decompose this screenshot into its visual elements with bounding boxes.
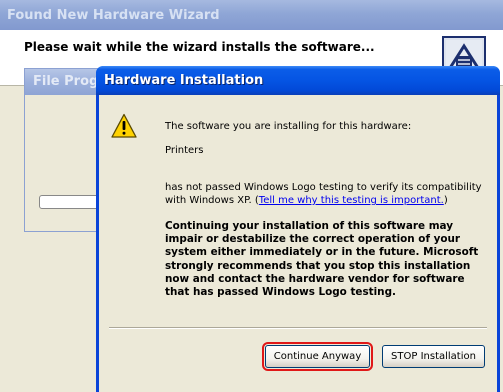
- device-name: Printers: [165, 145, 204, 156]
- wizard-heading: Please wait while the wizard installs th…: [24, 40, 375, 54]
- logo-testing-suffix: ): [443, 195, 448, 206]
- stability-warning-text: Continuing your installation of this sof…: [165, 220, 479, 299]
- logo-testing-line1: has not passed Windows Logo testing to v…: [165, 182, 482, 193]
- wizard-titlebar[interactable]: Found New Hardware Wizard: [0, 0, 503, 30]
- stop-installation-button[interactable]: STOP Installation: [382, 345, 485, 368]
- warning-icon: [111, 113, 137, 139]
- logo-testing-text: has not passed Windows Logo testing to v…: [165, 181, 485, 207]
- continue-anyway-button[interactable]: Continue Anyway: [262, 342, 373, 371]
- logo-testing-line2: with Windows XP. (Tell me why this testi…: [165, 194, 485, 207]
- wizard-title: Found New Hardware Wizard: [7, 8, 220, 23]
- hardware-installation-dialog: Hardware Installation The software you a…: [96, 66, 500, 392]
- button-separator: [109, 327, 487, 329]
- dialog-body: The software you are installing for this…: [99, 95, 497, 392]
- testing-importance-link[interactable]: Tell me why this testing is important.: [259, 195, 444, 206]
- dialog-titlebar[interactable]: Hardware Installation: [96, 66, 500, 95]
- install-intro-text: The software you are installing for this…: [165, 121, 412, 132]
- dialog-title: Hardware Installation: [104, 73, 264, 88]
- logo-testing-prefix: with Windows XP. (: [165, 195, 259, 206]
